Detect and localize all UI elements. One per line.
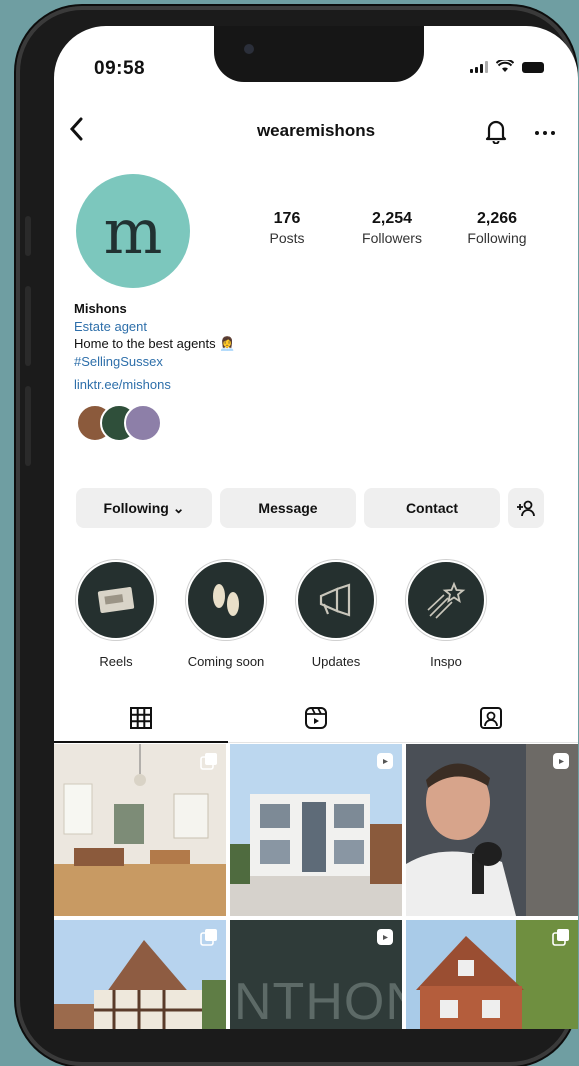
stat-following[interactable]: 2,266 Following — [447, 210, 547, 246]
tagged-icon — [480, 707, 502, 729]
stat-followers-label: Followers — [362, 230, 422, 246]
profile-category[interactable]: Estate agent — [74, 318, 235, 336]
stat-followers-value: 2,254 — [371, 210, 413, 227]
status-icons — [470, 60, 544, 73]
reels-icon — [305, 707, 327, 729]
profile-actions: Following ⌄ Message Contact — [76, 488, 568, 528]
multi-photo-icon — [200, 753, 217, 770]
reels-icon — [377, 929, 393, 945]
grid-post-interior[interactable] — [54, 744, 226, 916]
highlight-label: Coming soon — [187, 654, 265, 669]
stat-following-label: Following — [467, 230, 527, 246]
footprints-icon — [213, 584, 239, 616]
bio-text: Home to the best agents 👩‍💼 — [74, 336, 236, 351]
mute-switch — [25, 216, 31, 256]
highlight-inspo[interactable]: Inspo — [394, 560, 498, 669]
app-screen: 09:58 wearemishons m 176 Posts 2,254 Fol… — [54, 26, 578, 1029]
phone-frame: 09:58 wearemishons m 176 Posts 2,254 Fol… — [16, 6, 578, 1066]
tab-reels[interactable] — [229, 694, 403, 742]
contact-button[interactable]: Contact — [364, 488, 500, 528]
reels-icon — [553, 753, 569, 769]
add-user-button[interactable] — [508, 488, 544, 528]
battery-icon — [522, 62, 544, 73]
camera — [244, 44, 254, 54]
grid-post-person[interactable] — [406, 744, 578, 916]
following-button[interactable]: Following ⌄ — [76, 488, 212, 528]
stat-following-value: 2,266 — [476, 210, 518, 227]
bio-link[interactable]: linktr.ee/mishons — [74, 376, 235, 394]
profile-avatar[interactable]: m — [76, 174, 190, 288]
profile-name: Mishons — [74, 301, 127, 316]
reels-icon — [377, 753, 393, 769]
stat-posts[interactable]: 176 Posts — [237, 210, 337, 246]
multi-photo-icon — [552, 929, 569, 946]
highlight-circle — [406, 560, 486, 640]
status-time: 09:58 — [94, 58, 146, 79]
grid-post-brick-house[interactable] — [406, 920, 578, 1029]
highlight-reels[interactable]: Reels — [64, 560, 168, 669]
more-options-button[interactable] — [534, 120, 556, 141]
grid-post-modern-house[interactable] — [230, 744, 402, 916]
mutual-followers[interactable] — [76, 404, 166, 442]
card-icon — [97, 586, 135, 614]
volume-up-button — [25, 286, 31, 366]
grid-post-tudor-house[interactable] — [54, 920, 226, 1029]
more-dots-icon — [535, 131, 555, 135]
profile-bio: Mishons Estate agent Home to the best ag… — [74, 300, 235, 394]
bio-hashtag[interactable]: #SellingSussex — [74, 353, 235, 371]
highlight-updates[interactable]: Updates — [284, 560, 388, 669]
tab-tagged[interactable] — [404, 694, 578, 742]
stat-posts-label: Posts — [269, 230, 305, 246]
highlight-coming-soon[interactable]: Coming soon — [174, 560, 278, 669]
bell-icon — [485, 120, 507, 145]
grid-icon — [130, 707, 152, 729]
multi-photo-icon — [200, 929, 217, 946]
tab-grid[interactable] — [54, 694, 228, 743]
highlight-circle — [186, 560, 266, 640]
stat-posts-value: 176 — [273, 210, 301, 227]
wifi-icon — [496, 60, 514, 72]
highlight-label: Inspo — [430, 654, 462, 669]
message-button[interactable]: Message — [220, 488, 356, 528]
sign-text: NTHON — [234, 973, 402, 1029]
highlight-circle — [296, 560, 376, 640]
notifications-button[interactable] — [484, 118, 508, 149]
signal-icon — [470, 61, 488, 73]
highlight-label: Reels — [99, 654, 133, 669]
avatar-letter: m — [103, 194, 163, 268]
megaphone-icon — [319, 583, 351, 617]
add-user-icon — [517, 500, 535, 517]
shooting-star-icon — [427, 581, 466, 619]
highlight-label: Updates — [311, 654, 361, 669]
profile-header: wearemishons — [54, 117, 578, 149]
highlight-circle — [76, 560, 156, 640]
grid-post-sign[interactable]: NTHON — [230, 920, 402, 1029]
volume-down-button — [25, 386, 31, 466]
profile-tabs — [54, 694, 578, 743]
notch — [214, 26, 424, 82]
stat-followers[interactable]: 2,254 Followers — [342, 210, 442, 246]
mutual-follower-avatar — [124, 404, 162, 442]
